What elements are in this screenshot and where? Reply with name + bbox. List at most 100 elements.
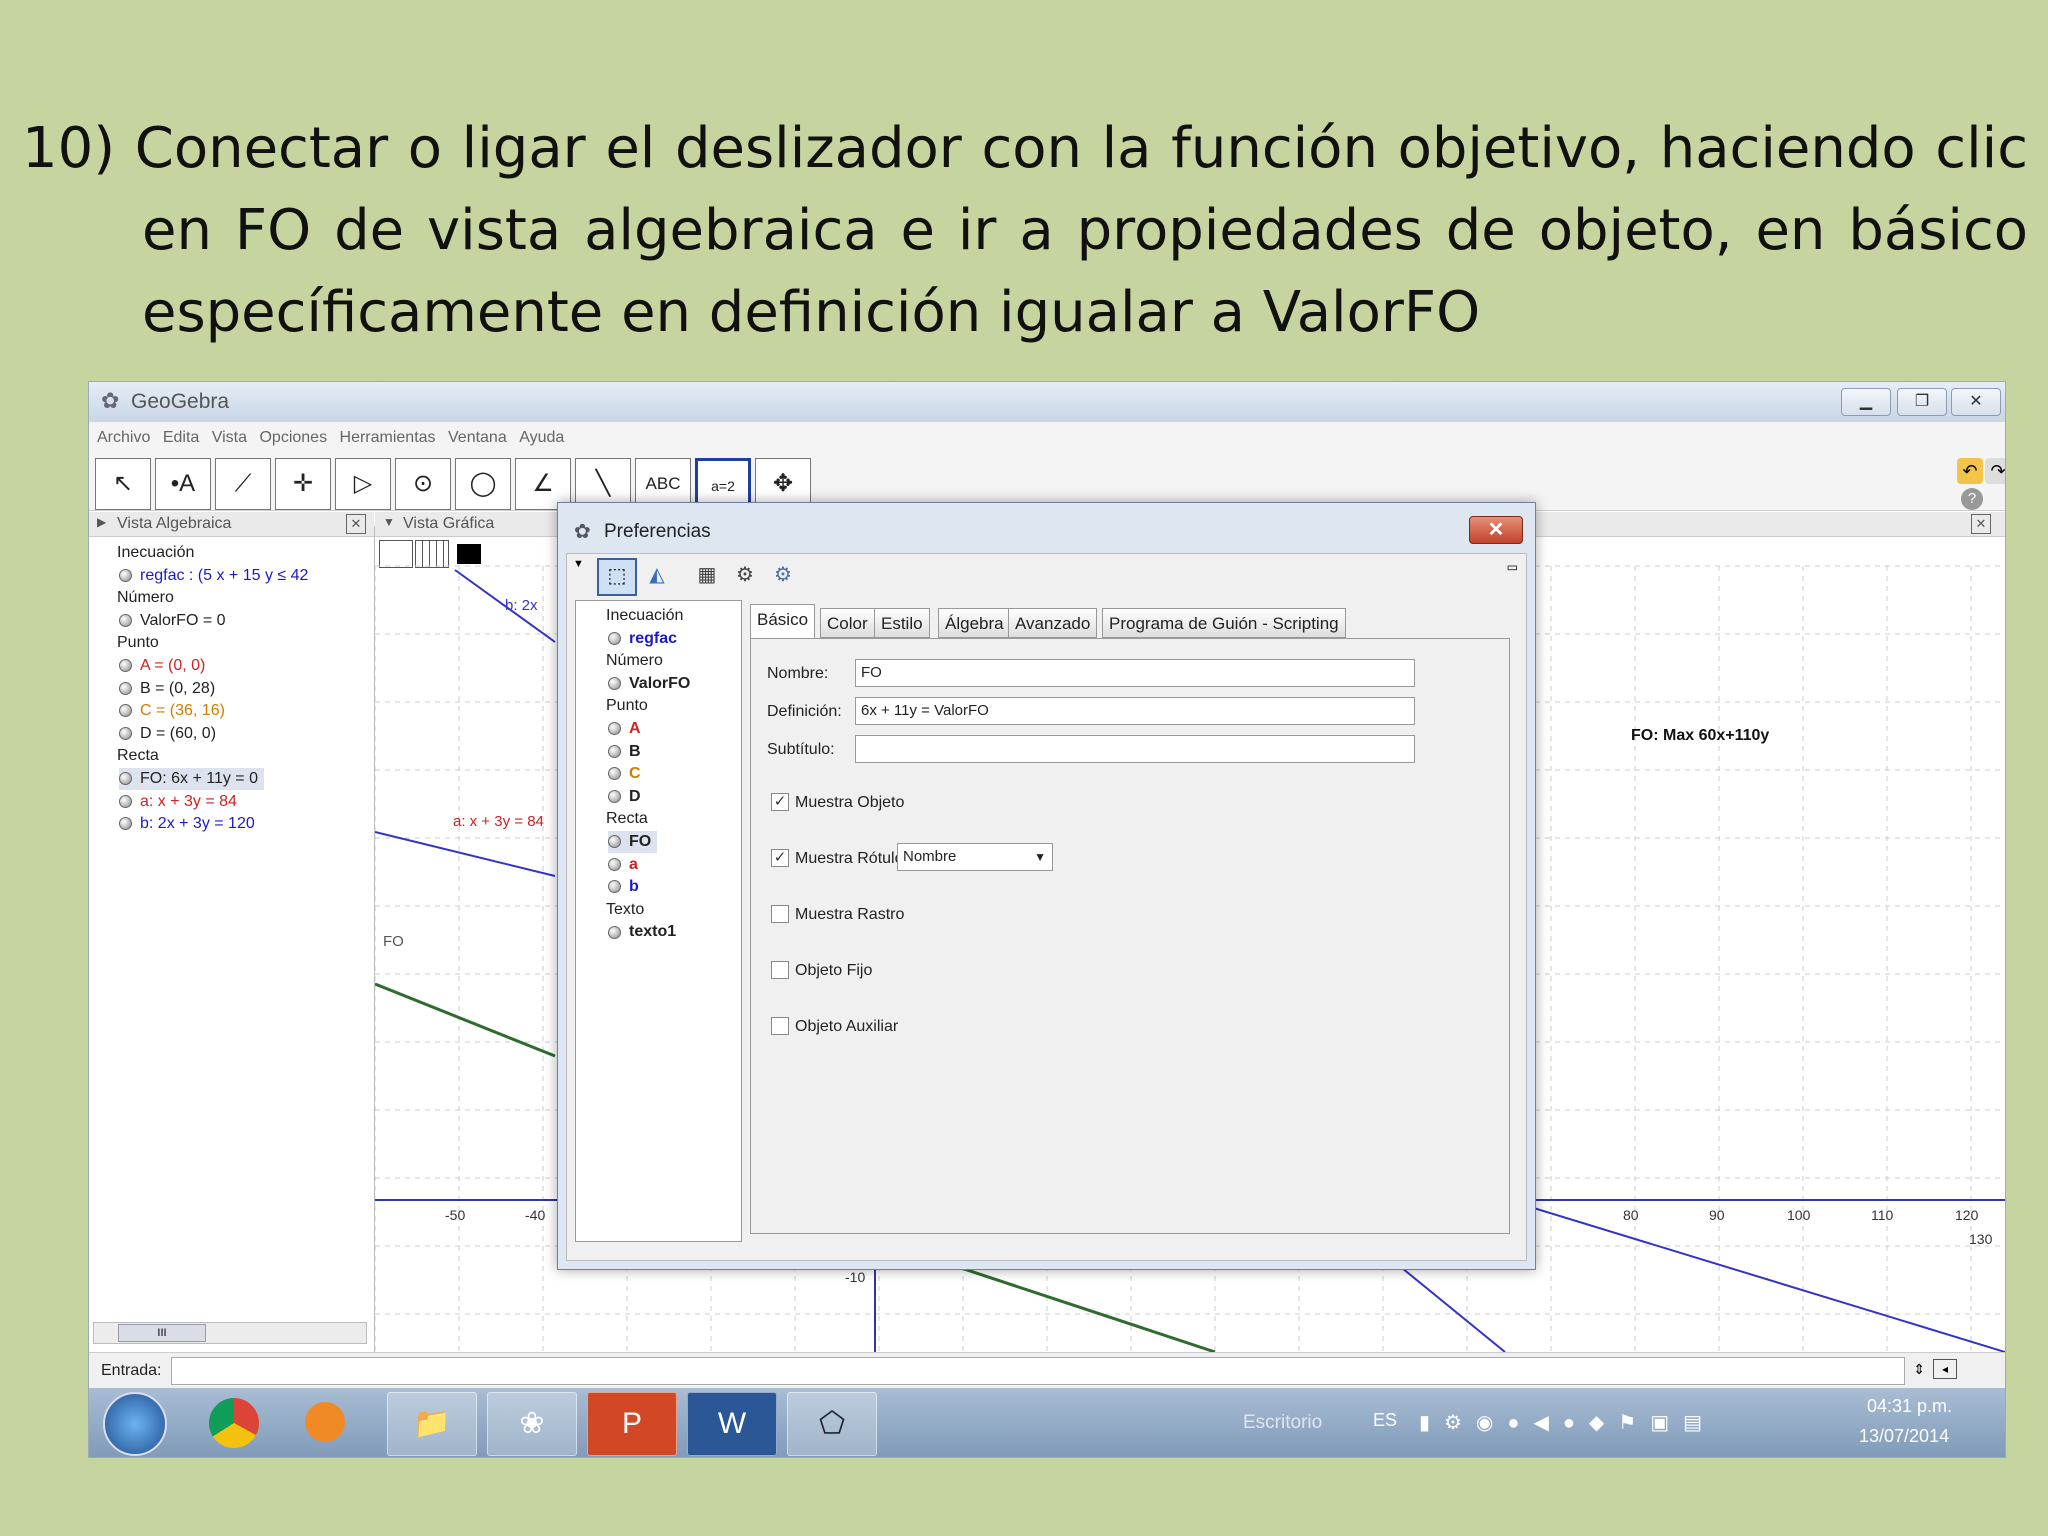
visibility-dot-icon[interactable] bbox=[608, 925, 621, 939]
visibility-dot-icon[interactable] bbox=[119, 772, 132, 786]
tree-category[interactable]: Inecuación bbox=[606, 605, 683, 627]
nombre-field[interactable]: FO bbox=[855, 659, 1415, 687]
visibility-dot-icon[interactable] bbox=[608, 744, 621, 758]
visibility-dot-icon[interactable] bbox=[608, 631, 621, 645]
tree-item[interactable]: a: x + 3y = 84 bbox=[119, 791, 237, 813]
close-window-button[interactable]: ✕ bbox=[1951, 388, 2001, 416]
muestra-rastro-checkbox[interactable] bbox=[771, 905, 789, 923]
help-icon[interactable]: ? bbox=[1961, 488, 1983, 510]
keyboard-icon[interactable]: ◂ bbox=[1933, 1359, 1957, 1379]
tree-item[interactable]: D bbox=[608, 786, 641, 808]
menu-vista[interactable]: Vista bbox=[212, 429, 247, 447]
tray-icons[interactable]: ▮⚙◉●◀●◆⚑▣▤ bbox=[1419, 1410, 1716, 1435]
line-tool-icon[interactable]: ⟋ bbox=[215, 458, 271, 510]
visibility-dot-icon[interactable] bbox=[608, 677, 621, 691]
visibility-dot-icon[interactable] bbox=[119, 614, 132, 628]
tree-category[interactable]: Número bbox=[117, 587, 174, 609]
tree-category[interactable]: Recta bbox=[606, 808, 648, 830]
input-field[interactable] bbox=[171, 1357, 1905, 1385]
minimize-button[interactable]: ▁ bbox=[1841, 388, 1891, 416]
tree-item[interactable]: A = (0, 0) bbox=[119, 655, 205, 677]
menu-herramientas[interactable]: Herramientas bbox=[340, 429, 436, 447]
escritorio-label[interactable]: Escritorio bbox=[1243, 1412, 1322, 1434]
menu-archivo[interactable]: Archivo bbox=[97, 429, 150, 447]
visibility-dot-icon[interactable] bbox=[119, 568, 132, 582]
visibility-dot-icon[interactable] bbox=[608, 722, 621, 736]
maximize-button[interactable]: ❐ bbox=[1897, 388, 1947, 416]
tree-category[interactable]: Inecuación bbox=[117, 542, 194, 564]
muestra-objeto-checkbox[interactable]: ✓ bbox=[771, 793, 789, 811]
polygon-tool-icon[interactable]: ▷ bbox=[335, 458, 391, 510]
objeto-auxiliar-checkbox[interactable] bbox=[771, 1017, 789, 1035]
visibility-dot-icon[interactable] bbox=[119, 727, 132, 741]
graphics-properties-icon[interactable]: ◭ bbox=[641, 560, 673, 590]
chrome-icon[interactable] bbox=[209, 1398, 259, 1448]
layout-icon[interactable]: ▦ bbox=[691, 560, 723, 590]
tree-category[interactable]: Punto bbox=[606, 695, 648, 717]
close-panel-icon[interactable]: ✕ bbox=[346, 514, 366, 534]
tab-basico[interactable]: Básico bbox=[750, 604, 816, 638]
menu-opciones[interactable]: Opciones bbox=[259, 429, 327, 447]
start-button[interactable] bbox=[103, 1392, 167, 1456]
dropdown-arrow-icon[interactable]: ▼ bbox=[573, 558, 584, 570]
tree-item[interactable]: C bbox=[608, 763, 641, 785]
visibility-dot-icon[interactable] bbox=[119, 659, 132, 673]
tree-item[interactable]: texto1 bbox=[608, 921, 676, 943]
definicion-field[interactable]: 6x + 11y = ValorFO bbox=[855, 697, 1415, 725]
object-properties-icon[interactable]: ⬚ bbox=[597, 558, 637, 596]
undo-icon[interactable]: ↶ bbox=[1957, 458, 1983, 484]
tree-item[interactable]: B bbox=[608, 741, 641, 763]
menu-ayuda[interactable]: Ayuda bbox=[519, 429, 564, 447]
point-tool-icon[interactable]: •A bbox=[155, 458, 211, 510]
visibility-dot-icon[interactable] bbox=[608, 857, 621, 871]
circle-tool-icon[interactable]: ⊙ bbox=[395, 458, 451, 510]
tree-item[interactable]: regfac : (5 x + 15 y ≤ 42 bbox=[119, 565, 308, 587]
tree-item[interactable]: ValorFO bbox=[608, 673, 690, 695]
window-titlebar[interactable]: ✿ GeoGebra ▁ ❐ ✕ bbox=[89, 382, 2005, 422]
move-tool-icon[interactable]: ↖ bbox=[95, 458, 151, 510]
visibility-dot-icon[interactable] bbox=[119, 704, 132, 718]
tree-item[interactable]: b: 2x + 3y = 120 bbox=[119, 813, 255, 835]
rotulo-select[interactable]: Nombre ▼ bbox=[897, 843, 1053, 871]
tree-item[interactable]: regfac bbox=[608, 628, 677, 650]
tree-item[interactable]: FO bbox=[608, 831, 658, 853]
visibility-dot-icon[interactable] bbox=[119, 794, 132, 808]
subtitulo-field[interactable] bbox=[855, 735, 1415, 763]
defaults-icon[interactable]: ⚙ bbox=[729, 560, 761, 590]
tab-avanzado[interactable]: Avanzado bbox=[1008, 608, 1098, 638]
tree-item[interactable]: A bbox=[608, 718, 641, 740]
tree-item[interactable]: a bbox=[608, 854, 638, 876]
tab-scripting[interactable]: Programa de Guión - Scripting bbox=[1102, 608, 1346, 638]
tree-category[interactable]: Punto bbox=[117, 632, 159, 654]
dialog-close-button[interactable]: ✕ bbox=[1469, 516, 1523, 544]
file-explorer-icon[interactable]: 📁 bbox=[387, 1392, 477, 1456]
muestra-rotulo-checkbox[interactable]: ✓ bbox=[771, 849, 789, 867]
tree-item[interactable]: FO: 6x + 11y = 0 bbox=[119, 768, 264, 790]
geogebra-taskbar-icon[interactable]: ⬠ bbox=[787, 1392, 877, 1456]
tab-estilo[interactable]: Estilo bbox=[874, 608, 930, 638]
powerpoint-icon[interactable]: P bbox=[587, 1392, 677, 1456]
algebra-horizontal-scrollbar[interactable]: III bbox=[93, 1322, 367, 1344]
redo-icon[interactable]: ↷ bbox=[1985, 458, 2005, 484]
visibility-dot-icon[interactable] bbox=[608, 835, 621, 849]
menu-edita[interactable]: Edita bbox=[163, 429, 199, 447]
visibility-dot-icon[interactable] bbox=[608, 790, 621, 804]
game-icon[interactable]: ❀ bbox=[487, 1392, 577, 1456]
tree-item[interactable]: C = (36, 16) bbox=[119, 700, 225, 722]
advanced-settings-icon[interactable]: ⚙ bbox=[767, 560, 799, 590]
tree-item[interactable]: B = (0, 28) bbox=[119, 678, 215, 700]
perpendicular-tool-icon[interactable]: ✛ bbox=[275, 458, 331, 510]
visibility-dot-icon[interactable] bbox=[608, 767, 621, 781]
collapse-arrow-icon[interactable]: ▶ bbox=[97, 515, 106, 529]
word-icon[interactable]: W bbox=[687, 1392, 777, 1456]
tree-item[interactable]: ValorFO = 0 bbox=[119, 610, 226, 632]
menu-ventana[interactable]: Ventana bbox=[448, 429, 507, 447]
conic-tool-icon[interactable]: ◯ bbox=[455, 458, 511, 510]
tree-category[interactable]: Recta bbox=[117, 745, 159, 767]
visibility-dot-icon[interactable] bbox=[608, 880, 621, 894]
input-dropdown-icon[interactable]: ⇕ bbox=[1913, 1361, 1925, 1378]
tab-algebra[interactable]: Álgebra bbox=[938, 608, 1011, 638]
media-player-icon[interactable] bbox=[305, 1402, 345, 1442]
scrollbar-thumb[interactable]: III bbox=[118, 1324, 206, 1342]
tree-item[interactable]: b bbox=[608, 876, 639, 898]
